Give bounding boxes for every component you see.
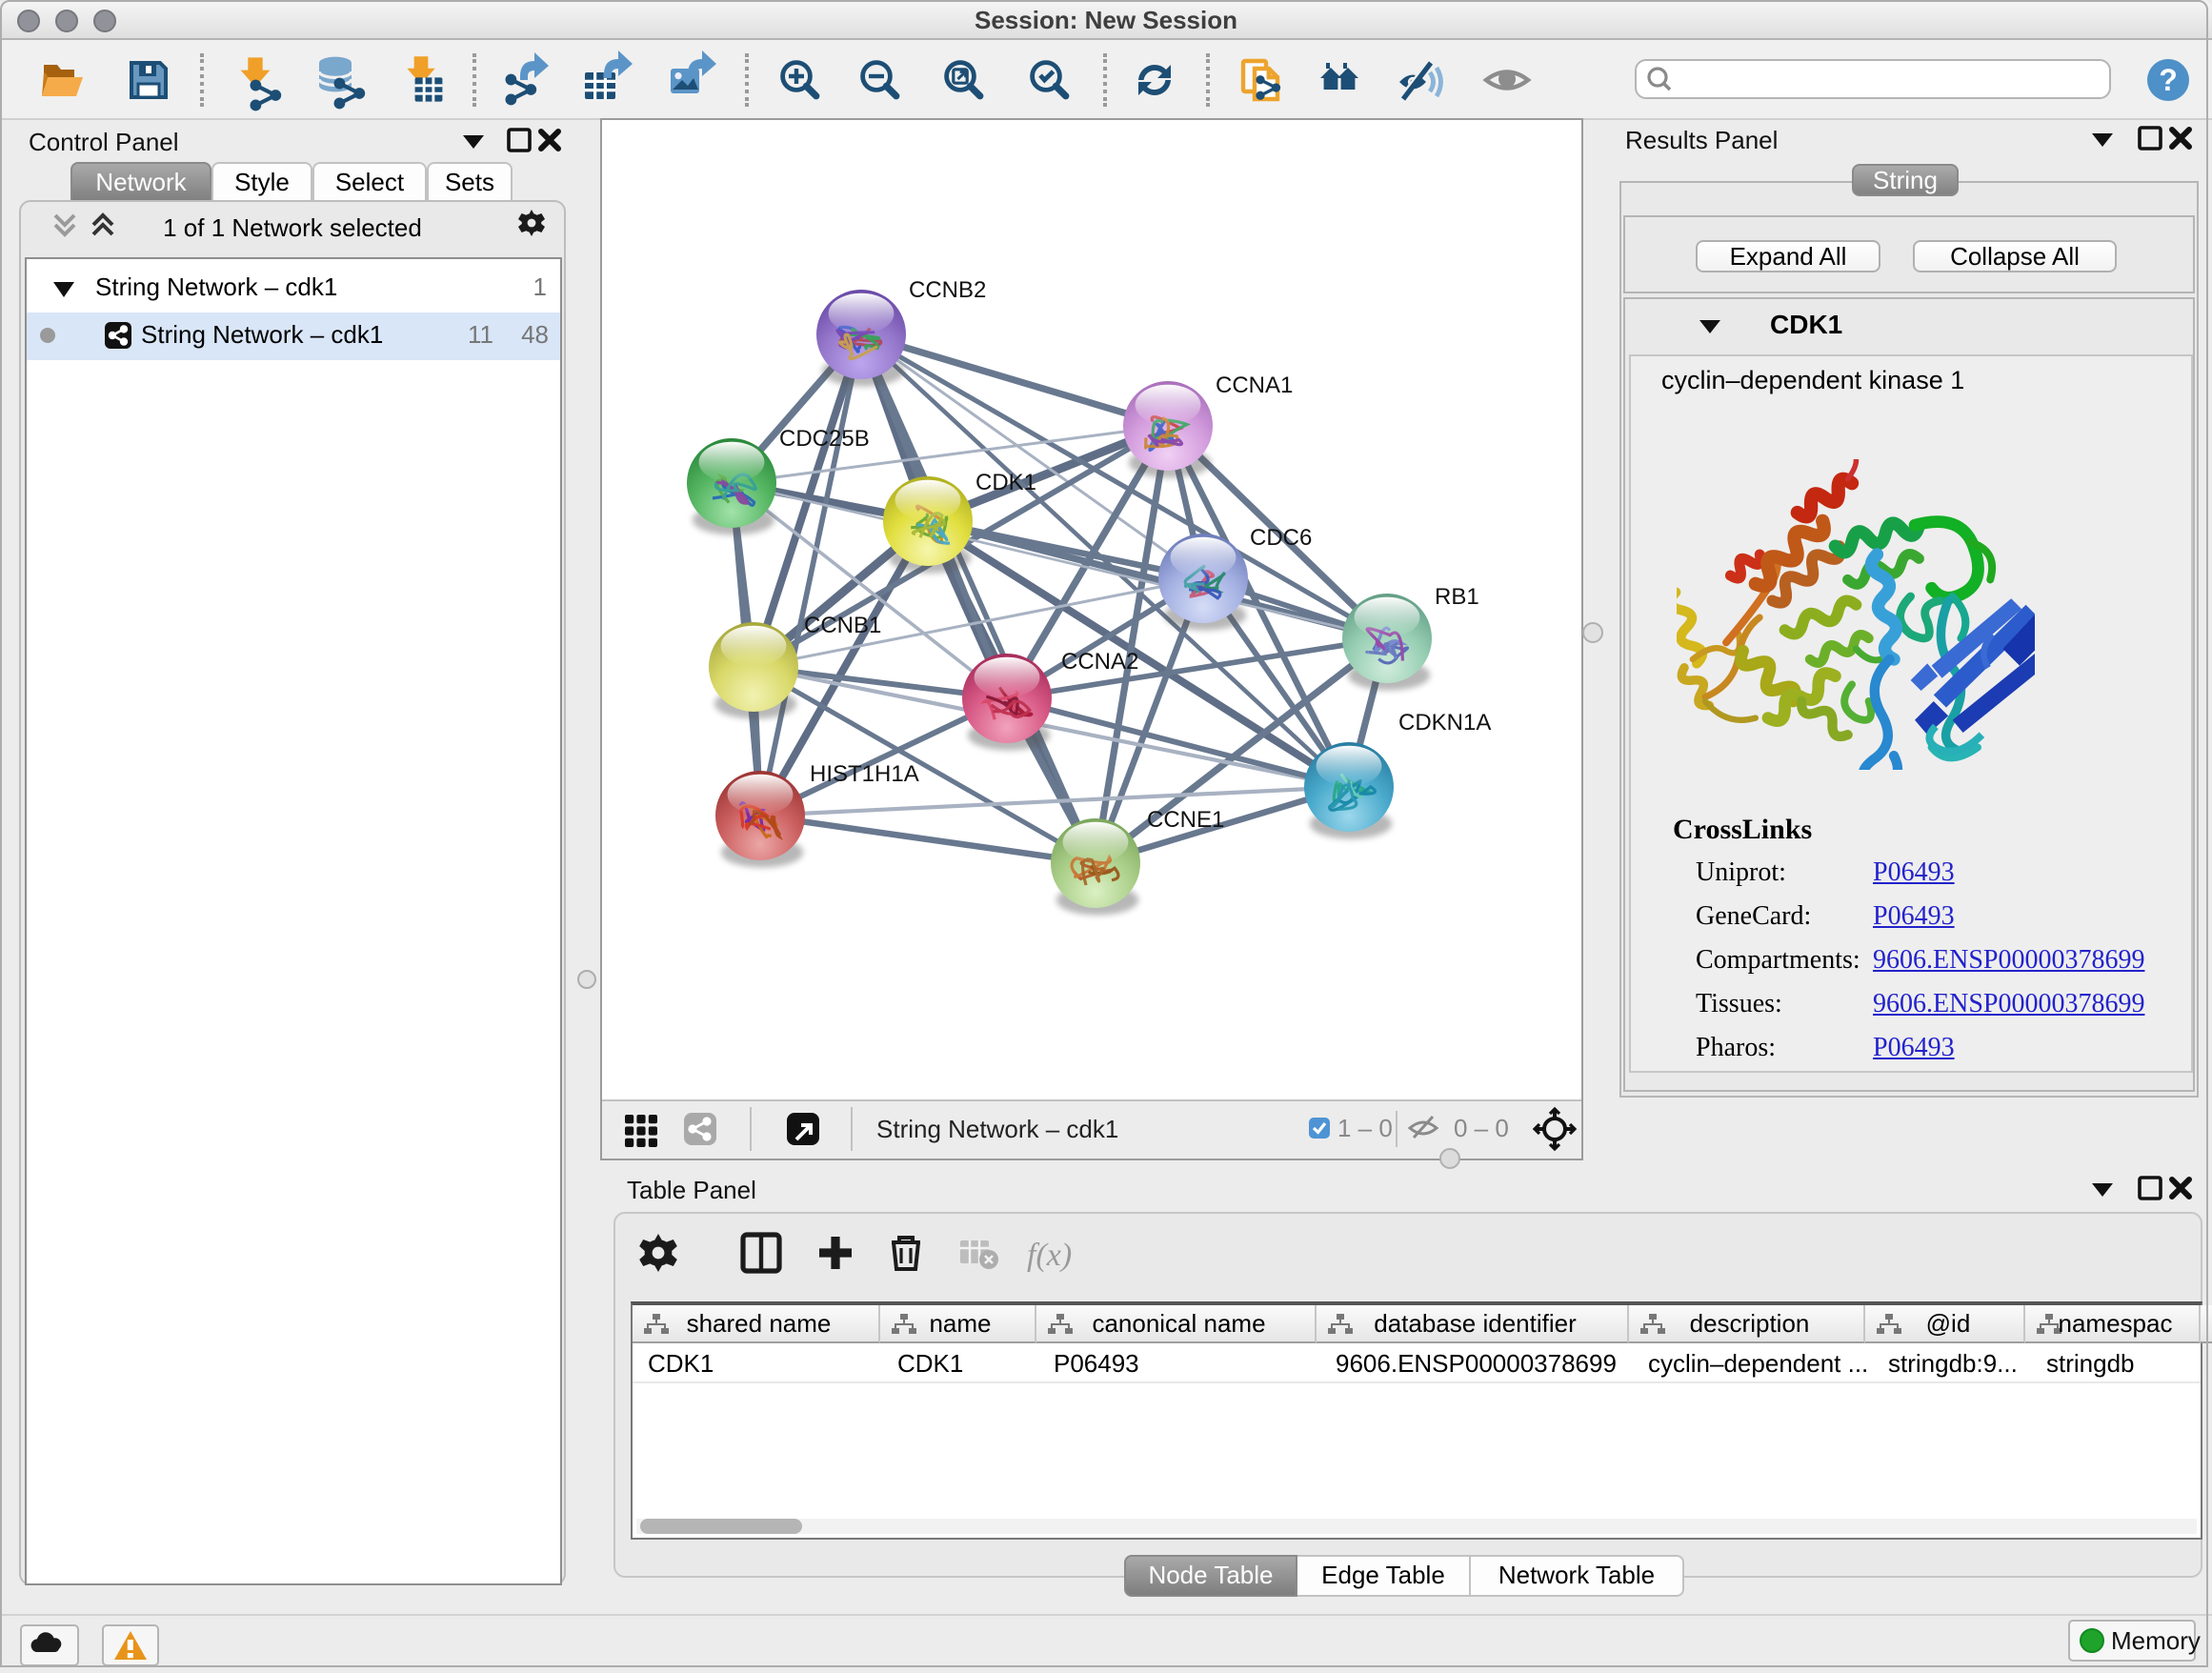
svg-text:CDKN1A: CDKN1A [1398, 710, 1491, 736]
svg-text:HIST1H1A: HIST1H1A [810, 761, 919, 787]
svg-text:?: ? [2159, 63, 2178, 97]
svg-text:CCNA1: CCNA1 [1216, 373, 1293, 398]
svg-text:CDK1: CDK1 [975, 470, 1036, 495]
svg-text:RB1: RB1 [1435, 584, 1479, 610]
svg-text:1 – 0: 1 – 0 [1337, 1114, 1393, 1142]
svg-text:CCNB1: CCNB1 [804, 613, 881, 638]
svg-text:String Network – cdk1: String Network – cdk1 [876, 1115, 1118, 1143]
svg-text:CCNE1: CCNE1 [1147, 807, 1224, 833]
svg-text:0 – 0: 0 – 0 [1454, 1114, 1509, 1142]
svg-text:CDC6: CDC6 [1250, 525, 1312, 551]
svg-text:CDC25B: CDC25B [779, 426, 870, 452]
svg-text:Memory: Memory [2111, 1626, 2201, 1655]
svg-text:f(x): f(x) [1027, 1238, 1072, 1273]
svg-text:CCNB2: CCNB2 [909, 277, 986, 303]
svg-text:CCNA2: CCNA2 [1061, 649, 1138, 675]
